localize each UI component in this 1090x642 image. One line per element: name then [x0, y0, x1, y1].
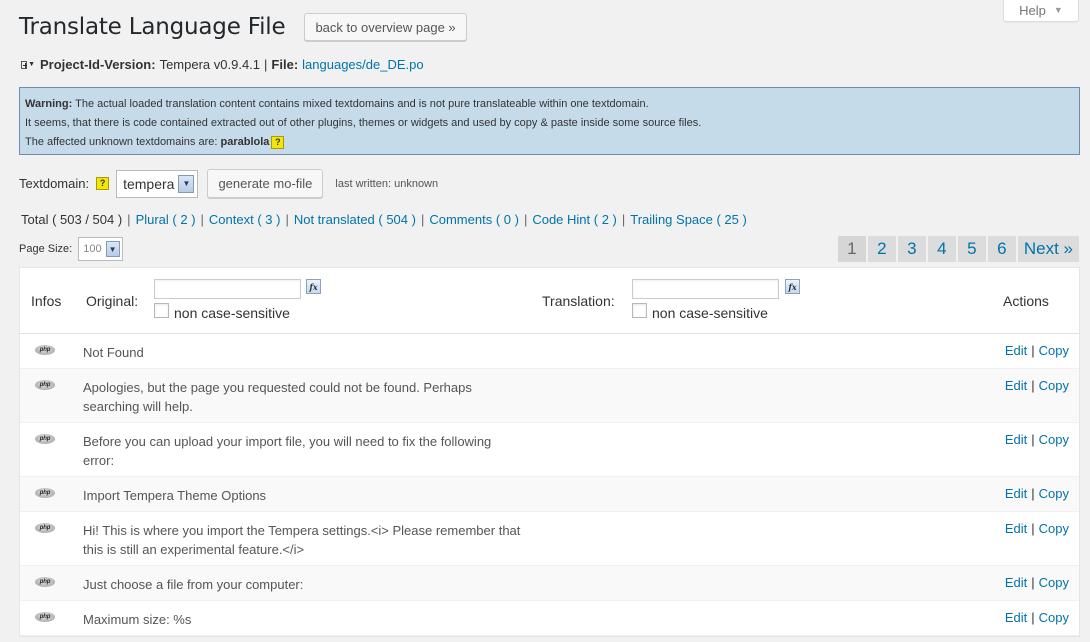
php-icon: php	[35, 380, 55, 390]
filter-context[interactable]: Context ( 3 )	[209, 212, 281, 227]
original-text: Not Found	[83, 345, 144, 360]
warning-box: Warning: The actual loaded translation c…	[19, 87, 1080, 155]
caret-down-icon: ▼	[1053, 5, 1063, 15]
help-icon[interactable]: ?	[271, 135, 285, 149]
warning-line1: The actual loaded translation content co…	[75, 98, 649, 110]
edit-link[interactable]: Edit	[1005, 343, 1027, 358]
project-line: ▼ Project-Id-Version: Tempera v0.9.4.1 |…	[21, 57, 424, 72]
warning-line3: The affected unknown textdomains are:	[25, 136, 218, 148]
filter-links: Total ( 503 / 504 ) | Plural ( 2 ) | Context…	[21, 212, 747, 227]
php-icon: php	[35, 488, 55, 498]
php-icon: php	[35, 577, 55, 587]
original-text: Apologies, but the page you requested co…	[83, 380, 472, 414]
table-row: php Hi! This is where you import the Tem…	[20, 512, 1079, 566]
project-version: Tempera v0.9.4.1	[159, 57, 261, 72]
project-label: Project-Id-Version:	[40, 57, 156, 72]
page-size-value: 100	[83, 243, 102, 255]
page-2[interactable]: 2	[867, 236, 896, 262]
title-row: Translate Language File back to overview…	[19, 13, 467, 41]
filter-not-translated[interactable]: Not translated ( 504 )	[294, 212, 416, 227]
translation-case-checkbox[interactable]	[632, 303, 647, 318]
help-tab[interactable]: Help ▼	[1003, 0, 1079, 22]
generate-mo-button[interactable]: generate mo-file	[207, 169, 324, 198]
edit-link[interactable]: Edit	[1005, 575, 1027, 590]
php-icon: php	[35, 434, 55, 444]
table-row: php Maximum size: %s Edit | Copy	[20, 601, 1079, 636]
edit-link[interactable]: Edit	[1005, 378, 1027, 393]
page-title: Translate Language File	[19, 14, 286, 40]
php-icon: php	[35, 345, 55, 355]
page-5[interactable]: 5	[957, 236, 986, 262]
textdomain-selected: tempera	[123, 175, 175, 192]
expand-toggle-icon[interactable]: ▼	[21, 59, 35, 71]
edit-link[interactable]: Edit	[1005, 521, 1027, 536]
original-text: Hi! This is where you import the Tempera…	[83, 523, 521, 557]
next-page[interactable]: Next »	[1017, 236, 1079, 262]
header-actions: Actions	[1003, 293, 1049, 309]
page-3[interactable]: 3	[897, 236, 926, 262]
copy-link[interactable]: Copy	[1039, 343, 1069, 358]
original-case-checkbox[interactable]	[154, 303, 169, 318]
regex-function-icon[interactable]: fx	[785, 279, 800, 294]
original-search-input[interactable]	[154, 279, 301, 299]
copy-link[interactable]: Copy	[1039, 610, 1069, 625]
last-written: last written: unknown	[335, 177, 439, 190]
file-label: File:	[271, 57, 299, 72]
warning-label: Warning:	[25, 98, 73, 110]
table-header: Infos Original: fx non case-sensitive Tr…	[20, 268, 1079, 334]
php-icon: php	[35, 523, 55, 533]
copy-link[interactable]: Copy	[1039, 521, 1069, 536]
translation-search-input[interactable]	[632, 279, 779, 299]
original-case-label: non case-sensitive	[174, 305, 290, 321]
filter-trailing-space[interactable]: Trailing Space ( 25 )	[630, 212, 747, 227]
copy-link[interactable]: Copy	[1039, 575, 1069, 590]
original-text: Maximum size: %s	[83, 612, 192, 627]
textdomain-label: Textdomain:	[19, 176, 90, 191]
header-translation: Translation:	[542, 293, 615, 309]
header-original: Original:	[86, 293, 139, 309]
translation-case-label: non case-sensitive	[652, 305, 768, 321]
edit-link[interactable]: Edit	[1005, 610, 1027, 625]
copy-link[interactable]: Copy	[1039, 486, 1069, 501]
translation-table: Infos Original: fx non case-sensitive Tr…	[19, 267, 1080, 637]
page-size-select[interactable]: 100 ▼	[78, 237, 123, 261]
chevron-down-icon: ▼	[105, 241, 120, 257]
help-label: Help	[1019, 2, 1046, 18]
table-row: php Import Tempera Theme Options Edit | Co…	[20, 477, 1079, 512]
filter-code-hint[interactable]: Code Hint ( 2 )	[532, 212, 617, 227]
table-row: php Apologies, but the page you requeste…	[20, 369, 1079, 423]
filter-comments[interactable]: Comments ( 0 )	[429, 212, 519, 227]
filter-plural[interactable]: Plural ( 2 )	[136, 212, 196, 227]
page-6[interactable]: 6	[987, 236, 1016, 262]
warning-line2: It seems, that there is code contained e…	[25, 117, 702, 129]
edit-link[interactable]: Edit	[1005, 432, 1027, 447]
copy-link[interactable]: Copy	[1039, 432, 1069, 447]
table-row: php Before you can upload your import fi…	[20, 423, 1079, 477]
regex-function-icon[interactable]: fx	[306, 279, 321, 294]
page-1[interactable]: 1	[837, 236, 866, 262]
help-icon[interactable]: ?	[96, 177, 110, 190]
php-icon: php	[35, 612, 55, 622]
original-text: Before you can upload your import file, …	[83, 434, 492, 468]
page-4[interactable]: 4	[927, 236, 956, 262]
back-to-overview-button[interactable]: back to overview page »	[304, 13, 467, 41]
file-link[interactable]: languages/de_DE.po	[302, 57, 423, 72]
chevron-down-icon: ▼	[178, 174, 195, 193]
table-row: php Just choose a file from your compute…	[20, 566, 1079, 601]
filter-total[interactable]: Total ( 503 / 504 )	[21, 212, 122, 227]
warning-domains: parablola	[220, 136, 270, 148]
textdomain-select[interactable]: tempera ▼	[116, 169, 199, 198]
page-size-control: Page Size: 100 ▼	[19, 237, 123, 261]
copy-link[interactable]: Copy	[1039, 378, 1069, 393]
original-text: Import Tempera Theme Options	[83, 488, 267, 503]
table-row: php Not Found Edit | Copy	[20, 334, 1079, 369]
header-infos: Infos	[31, 293, 62, 309]
page-size-label: Page Size:	[19, 243, 73, 255]
original-text: Just choose a file from your computer:	[83, 577, 304, 592]
edit-link[interactable]: Edit	[1005, 486, 1027, 501]
textdomain-row: Textdomain: ? tempera ▼ generate mo-file…	[19, 169, 438, 198]
pagination: 1 2 3 4 5 6 Next »	[837, 236, 1079, 262]
